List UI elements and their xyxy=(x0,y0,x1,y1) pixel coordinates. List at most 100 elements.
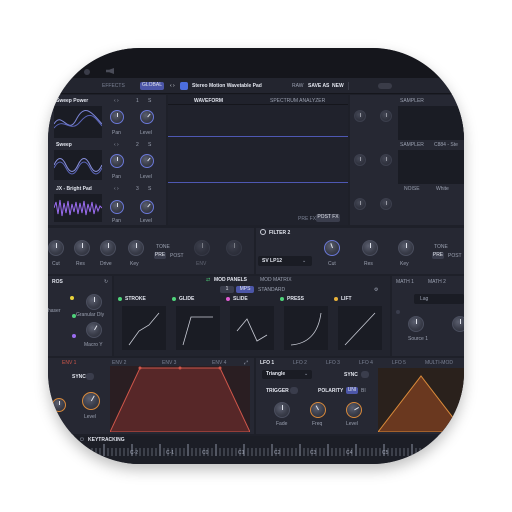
osc-3-pan-knob[interactable] xyxy=(110,200,124,214)
sampler-1-knob-a[interactable] xyxy=(354,110,366,122)
osc-3-arrows[interactable]: ‹ › xyxy=(114,186,119,192)
sampler-1-display[interactable] xyxy=(398,106,464,140)
lfo-uni-button[interactable]: UNI xyxy=(346,387,358,394)
osc-2-mode[interactable]: S xyxy=(148,142,151,148)
filter-2-res-knob[interactable] xyxy=(362,240,378,256)
filter-2-cut-label: Cut xyxy=(328,261,336,267)
curve-1-graph[interactable] xyxy=(176,306,220,350)
macro-granular-knob[interactable] xyxy=(86,294,102,310)
mod-panels-tab[interactable]: MOD PANELS xyxy=(214,277,247,283)
save-as-button[interactable]: SAVE AS xyxy=(308,83,329,89)
pre-fx-button[interactable]: PRE FX xyxy=(298,216,316,222)
lfo-level-knob[interactable] xyxy=(346,402,362,418)
noise-knob-a[interactable] xyxy=(354,198,366,210)
preset-name[interactable]: Stereo Motion Wavetable Pad xyxy=(192,83,262,89)
env-sync-toggle[interactable] xyxy=(86,373,94,380)
curve-1-name: GLIDE xyxy=(179,296,195,302)
lfo-tab-2[interactable]: LFO 2 xyxy=(293,360,307,366)
env-graph[interactable] xyxy=(110,366,250,432)
osc-1-wave-thumbnail[interactable] xyxy=(53,106,103,138)
filter-1-post-button[interactable]: POST xyxy=(170,253,184,259)
keytracking-ruler[interactable] xyxy=(48,444,464,456)
osc-1-arrows[interactable]: ‹ › xyxy=(114,98,119,104)
macro-y-knob[interactable] xyxy=(86,322,102,338)
filter-1-cut-knob[interactable] xyxy=(48,240,64,256)
lfo-freq-knob[interactable] xyxy=(310,402,326,418)
filter-1-lfo-knob[interactable] xyxy=(226,240,242,256)
osc-3-name[interactable]: JX - Bright Pad xyxy=(56,186,92,192)
noise-label[interactable]: NOISE xyxy=(404,186,420,192)
curve-2-graph[interactable] xyxy=(230,306,274,350)
lfo-sync-toggle[interactable] xyxy=(361,371,369,378)
mod-mode-standard[interactable]: STANDARD xyxy=(258,287,285,293)
sampler-1-knob-b[interactable] xyxy=(380,110,392,122)
tab-global[interactable]: GLOBAL xyxy=(140,82,164,90)
curve-2-dot xyxy=(226,297,230,301)
lfo-tab-5[interactable]: LFO 5 xyxy=(392,360,406,366)
toolbar-toggle[interactable] xyxy=(378,83,392,89)
lfo-tab-4[interactable]: LFO 4 xyxy=(359,360,373,366)
osc-2-name[interactable]: Sweep xyxy=(56,142,72,148)
keytracking-power-icon[interactable]: ⏻ xyxy=(80,437,84,443)
lfo-bi-button[interactable]: BI xyxy=(361,388,366,394)
math-2-tab[interactable]: MATH 2 xyxy=(428,279,446,285)
filter-2-cut-knob[interactable] xyxy=(324,240,340,256)
osc-3-wave-thumbnail[interactable] xyxy=(53,194,103,222)
sampler-2-knob-b[interactable] xyxy=(380,154,392,166)
sampler-1-label[interactable]: SAMPLER xyxy=(400,98,424,104)
lfo-tab-6[interactable]: MULTI-MOD xyxy=(425,360,453,366)
osc-1-level-knob[interactable] xyxy=(140,110,154,124)
osc-1-pan-knob[interactable] xyxy=(110,110,124,124)
refresh-icon[interactable]: ↻ xyxy=(104,279,108,285)
filter-2-key-knob[interactable] xyxy=(398,240,414,256)
env-tab-2[interactable]: ENV 2 xyxy=(112,360,126,366)
new-button[interactable]: NEW xyxy=(332,83,344,89)
lfo-fade-knob[interactable] xyxy=(274,402,290,418)
filter-1-res-knob[interactable] xyxy=(74,240,90,256)
filter-2-pre-button[interactable]: PRE xyxy=(432,252,444,259)
noise-knob-b[interactable] xyxy=(380,198,392,210)
mod-matrix-tab[interactable]: MOD MATRIX xyxy=(260,277,292,283)
post-fx-button[interactable]: POST FX xyxy=(316,214,340,222)
sampler-2-knob-a[interactable] xyxy=(354,154,366,166)
filter-2-power-icon[interactable] xyxy=(260,229,266,235)
tab-effects[interactable]: EFFECTS xyxy=(102,83,125,89)
filter-1-pre-button[interactable]: PRE xyxy=(154,252,166,259)
filter-1-env-knob[interactable] xyxy=(194,240,210,256)
filter-1-drive-knob[interactable] xyxy=(100,240,116,256)
curve-3-graph[interactable] xyxy=(284,306,328,350)
settings-icon[interactable]: ⚙ xyxy=(374,287,378,293)
osc-3-mode[interactable]: S xyxy=(148,186,151,192)
osc-1-name[interactable]: Sweep Power xyxy=(56,98,88,104)
env-tab-1[interactable]: ENV 1 xyxy=(62,360,76,366)
mod-mode-1[interactable]: 1 xyxy=(220,286,234,293)
filter-1-key-knob[interactable] xyxy=(128,240,144,256)
osc-2-level-knob[interactable] xyxy=(140,154,154,168)
mod-mode-mps[interactable]: MPS xyxy=(236,286,254,293)
curve-4-graph[interactable] xyxy=(338,306,382,350)
chevron-down-icon: ⌄ xyxy=(304,371,309,377)
preset-nav-arrows[interactable]: ‹ › xyxy=(170,83,175,89)
osc-2-wave-thumbnail[interactable] xyxy=(53,150,103,180)
osc-2-pan-knob[interactable] xyxy=(110,154,124,168)
lfo-tab-1[interactable]: LFO 1 xyxy=(260,360,274,366)
sampler-2-display[interactable] xyxy=(398,150,464,184)
filter-2-post-button[interactable]: POST xyxy=(448,253,462,259)
lfo-graph[interactable] xyxy=(378,368,464,432)
curve-0-graph[interactable] xyxy=(122,306,166,350)
sampler-2-label[interactable]: SAMPLER xyxy=(400,142,424,148)
env-attack-knob[interactable] xyxy=(52,398,66,412)
raw-button[interactable]: RAW xyxy=(292,83,303,89)
env-tab-4[interactable]: ENV 4 xyxy=(212,360,226,366)
lfo-trigger-toggle[interactable] xyxy=(290,387,298,394)
osc-1-mode[interactable]: S xyxy=(148,98,151,104)
filter-1-key-label: Key xyxy=(130,261,139,267)
osc-3-level-knob[interactable] xyxy=(140,200,154,214)
osc-2-arrows[interactable]: ‹ › xyxy=(114,142,119,148)
lfo-tab-3[interactable]: LFO 3 xyxy=(326,360,340,366)
math-source-knob[interactable] xyxy=(408,316,424,332)
env-tab-3[interactable]: ENV 3 xyxy=(162,360,176,366)
math-1-tab[interactable]: MATH 1 xyxy=(396,279,414,285)
env-level-knob[interactable] xyxy=(82,392,100,410)
math-amount-knob[interactable] xyxy=(452,316,464,332)
